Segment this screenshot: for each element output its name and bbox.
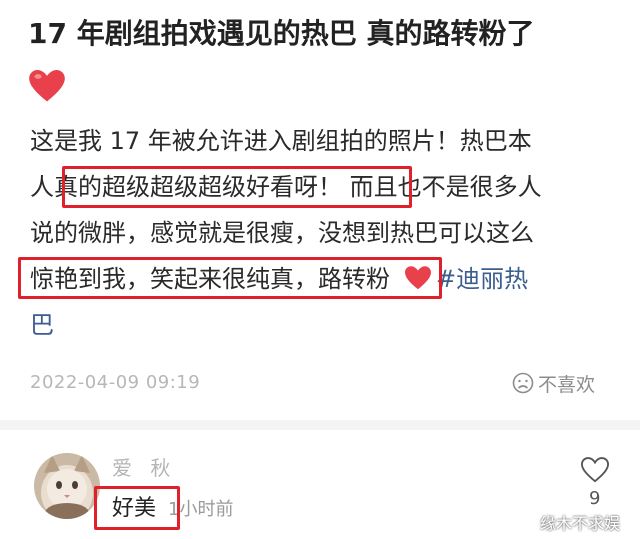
post-title: 17 年剧组拍戏遇见的热巴 真的路转粉了 <box>28 17 535 50</box>
avatar[interactable] <box>34 453 100 519</box>
sad-face-icon <box>512 372 534 394</box>
comment-time: 1小时前 <box>168 499 234 520</box>
like-heart-icon[interactable] <box>580 456 610 484</box>
body-line-2: 人真的超级超级超级好看呀！ 而且也不是很多人 <box>30 164 620 210</box>
section-divider <box>0 420 640 430</box>
heart-icon <box>29 69 65 102</box>
dislike-button[interactable]: 不喜欢 <box>512 368 595 398</box>
hashtag-link-tail[interactable]: 巴 <box>30 311 54 339</box>
comment-username[interactable]: 爱 秋 <box>112 452 176 481</box>
body-line-2-text: 人真的超级超级超级好看呀！ 而且也不是很多人 <box>30 173 542 201</box>
watermark: 缘木不求娱 <box>540 514 621 533</box>
like-count: 9 <box>589 488 601 509</box>
post-body: 这是我 17 年被允许进入剧组拍的照片！热巴本 人真的超级超级超级好看呀！ 而且… <box>18 118 620 348</box>
heart-icon <box>405 266 431 290</box>
post-date: 2022-04-09 09:19 <box>30 372 201 393</box>
body-line-5: 巴 <box>30 302 620 348</box>
body-line-1: 这是我 17 年被允许进入剧组拍的照片！热巴本 <box>30 127 532 155</box>
dislike-label: 不喜欢 <box>538 373 596 396</box>
body-line-4: 惊艳到我，笑起来很纯真，路转粉 #迪丽热 <box>18 256 620 302</box>
body-line-4-text: 惊艳到我，笑起来很纯真，路转粉 <box>30 265 390 293</box>
comment-text: 好美 <box>112 496 157 521</box>
body-line-3: 说的微胖，感觉就是很瘦，没想到热巴可以这么 <box>30 219 534 247</box>
comment-row: 好美 1小时前 <box>94 486 234 530</box>
hashtag-link[interactable]: #迪丽热 <box>436 265 528 293</box>
